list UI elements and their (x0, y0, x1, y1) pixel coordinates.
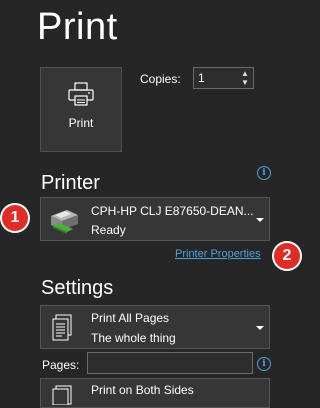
copies-input[interactable] (198, 70, 236, 86)
printer-icon (68, 82, 94, 106)
copies-stepper[interactable]: ▲ ▼ (193, 67, 254, 89)
print-pages-subtitle: The whole thing (91, 331, 176, 345)
print-pages-title: Print All Pages (91, 311, 170, 325)
network-printer-icon (51, 210, 78, 234)
duplex-document-icon (52, 385, 72, 405)
document-icon (52, 314, 72, 341)
settings-section-title: Settings (41, 277, 114, 299)
printer-dropdown[interactable]: CPH-HP CLJ E87650-DEAN... Ready (40, 197, 270, 241)
print-sides-title: Print on Both Sides (91, 383, 194, 397)
copies-label: Copies: (140, 72, 181, 86)
pages-info-icon[interactable]: i (257, 357, 271, 371)
copies-increment-icon[interactable]: ▲ (240, 69, 250, 78)
printer-section-title: Printer (41, 172, 100, 194)
print-button-label: Print (68, 116, 94, 130)
annotation-badge-1: 1 (2, 205, 28, 231)
printer-properties-link[interactable]: Printer Properties (175, 248, 261, 260)
print-button[interactable]: Print (40, 67, 122, 152)
pages-input[interactable] (92, 355, 242, 371)
printer-name: CPH-HP CLJ E87650-DEAN... (91, 204, 254, 218)
pages-label: Pages: (42, 358, 80, 372)
chevron-down-icon (256, 218, 264, 222)
page-title: Print (37, 6, 118, 48)
print-pages-dropdown[interactable]: Print All Pages The whole thing (40, 305, 270, 349)
print-sides-dropdown[interactable]: Print on Both Sides (40, 378, 270, 408)
chevron-down-icon (256, 326, 264, 330)
pages-field[interactable] (87, 352, 253, 374)
printer-info-icon[interactable]: i (257, 166, 271, 180)
annotation-badge-2: 2 (274, 243, 300, 269)
copies-decrement-icon[interactable]: ▼ (240, 78, 250, 87)
printer-status: Ready (91, 223, 126, 237)
